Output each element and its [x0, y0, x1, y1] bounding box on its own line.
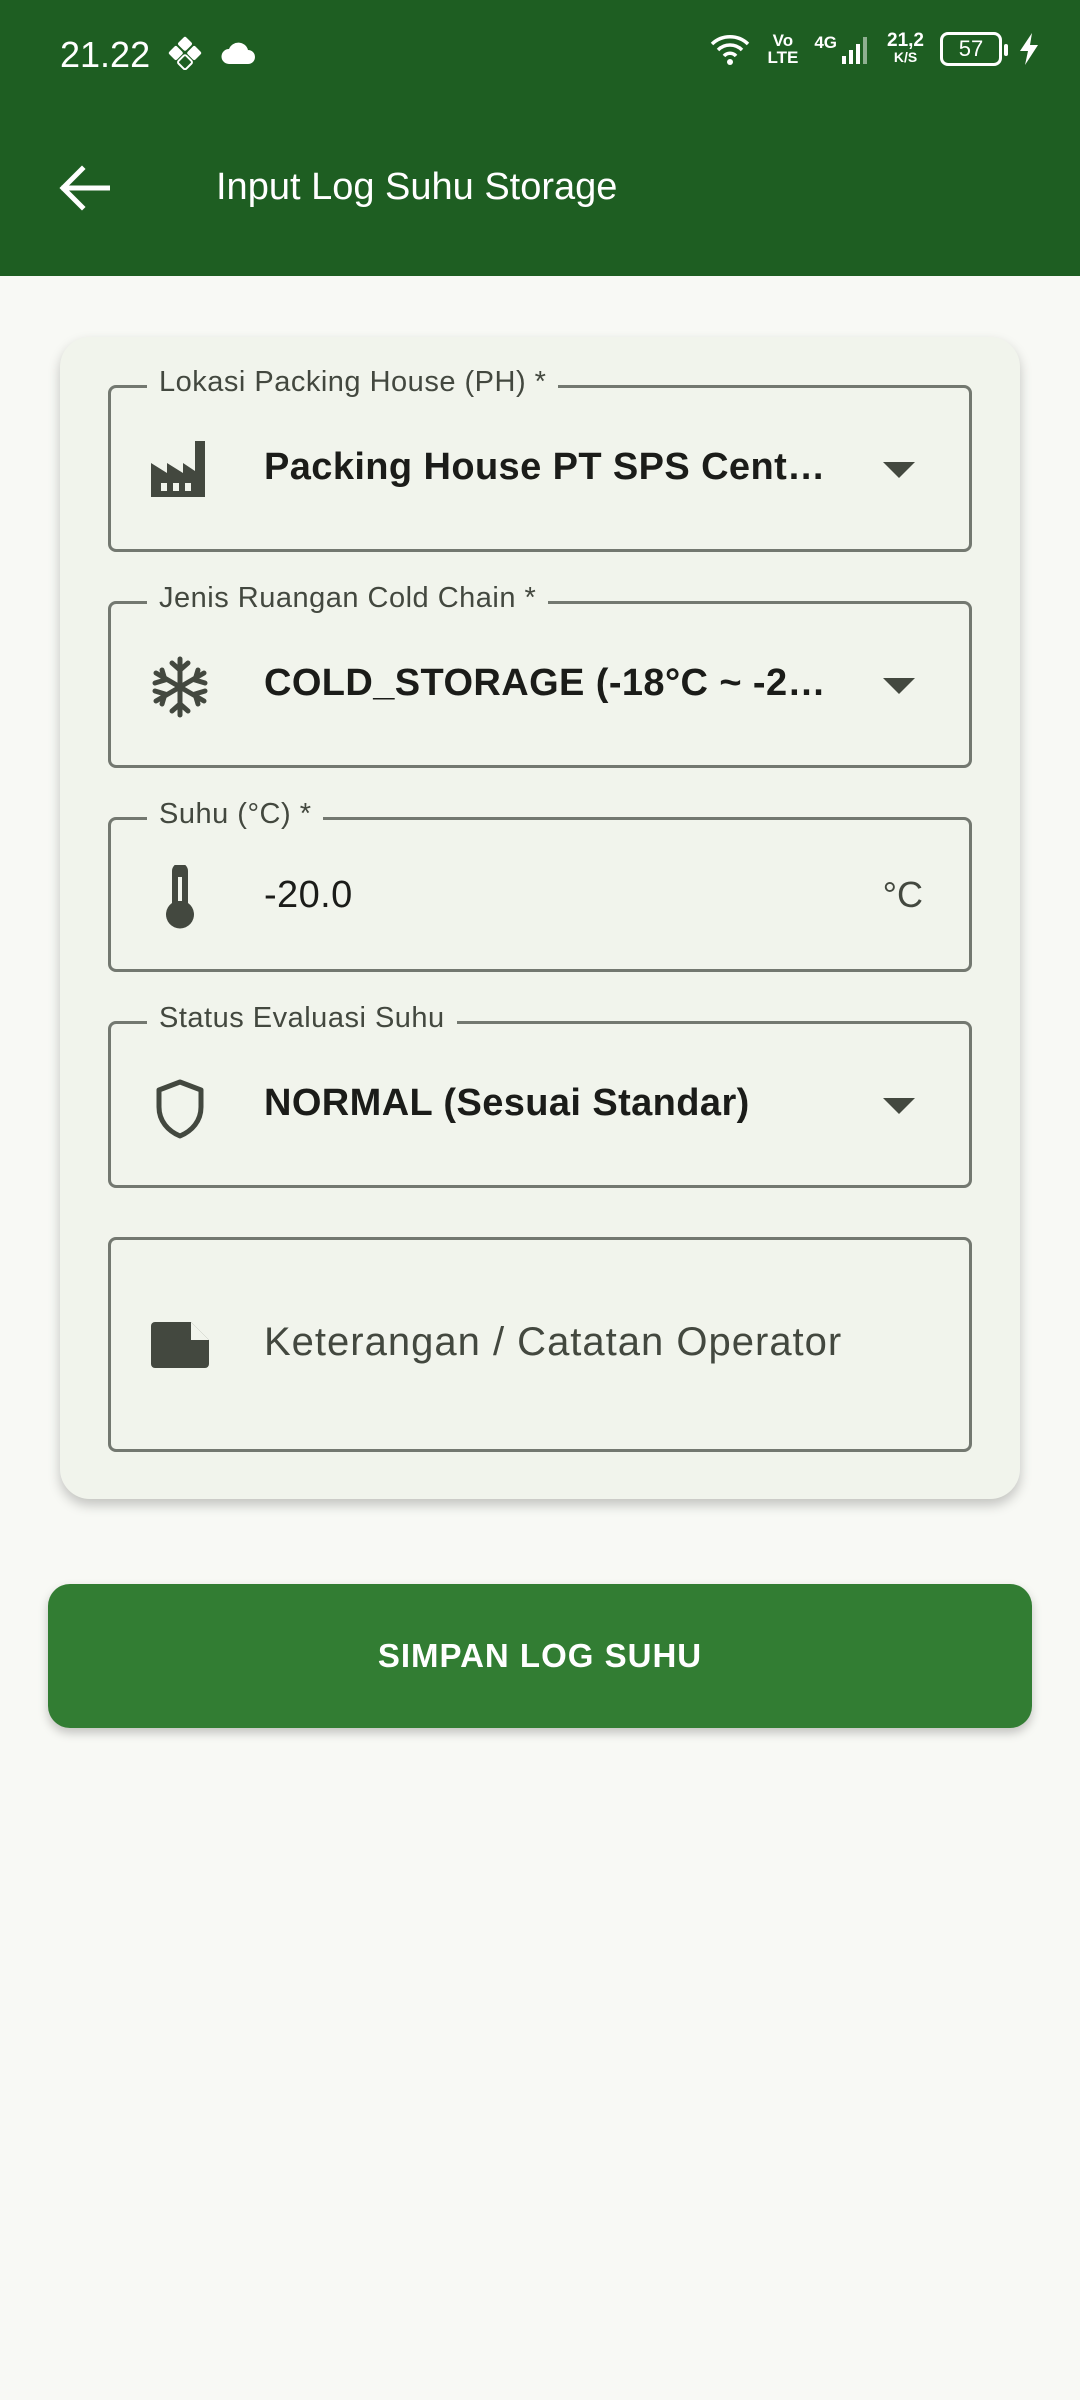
charging-icon	[1020, 33, 1038, 65]
temperature-input[interactable]: Suhu (°C) * -20.0 °C	[108, 798, 972, 972]
snowflake-icon	[147, 654, 213, 720]
factory-icon	[147, 436, 213, 502]
cube-app-icon	[168, 36, 202, 70]
signal-icon	[842, 37, 868, 64]
chevron-down-icon	[883, 678, 915, 694]
battery-indicator: 57	[940, 32, 1008, 66]
location-label: Lokasi Packing House (PH) *	[147, 366, 559, 399]
room-type-label: Jenis Ruangan Cold Chain *	[147, 582, 549, 615]
notes-input[interactable]: Keterangan / Catatan Operator	[108, 1237, 972, 1452]
form-card: Lokasi Packing House (PH) * Packing Hous…	[60, 337, 1020, 1499]
status-value: NORMAL (Sesuai Standar)	[264, 1082, 750, 1124]
temperature-unit-suffix: °C	[882, 874, 923, 915]
status-right-icons: Vo LTE 4G 21,2 K/S 57	[709, 30, 1040, 67]
app-bar: 21.22 Vo LTE 4G 21,2 K/S 57 Input Log Su…	[0, 0, 1080, 276]
location-dropdown[interactable]: Lokasi Packing House (PH) * Packing Hous…	[108, 366, 972, 552]
location-value: Packing House PT SPS Central	[264, 446, 834, 488]
notes-placeholder: Keterangan / Catatan Operator	[264, 1320, 843, 1364]
room-type-value: COLD_STORAGE (-18°C ~ -25°C)	[264, 662, 834, 704]
room-type-dropdown[interactable]: Jenis Ruangan Cold Chain * COLD_STORAGE …	[108, 582, 972, 768]
network-type: 4G	[814, 33, 838, 52]
temperature-label: Suhu (°C) *	[147, 798, 324, 831]
thermometer-icon	[147, 864, 213, 930]
wifi-icon	[711, 35, 750, 65]
note-icon	[147, 1312, 213, 1378]
status-label: Status Evaluasi Suhu	[147, 1002, 457, 1035]
status-left-icons	[168, 36, 256, 70]
chevron-down-icon	[883, 1098, 915, 1114]
back-button[interactable]	[48, 152, 120, 224]
status-dropdown[interactable]: Status Evaluasi Suhu NORMAL (Sesuai Stan…	[108, 1002, 972, 1188]
page-title: Input Log Suhu Storage	[216, 166, 618, 208]
network-indicator: 4G	[814, 34, 871, 64]
arrow-left-icon	[59, 165, 110, 211]
volte-indicator: Vo LTE	[767, 31, 799, 67]
shield-icon	[147, 1076, 213, 1142]
temperature-value: -20.0	[264, 874, 353, 916]
save-log-button[interactable]: SIMPAN LOG SUHU	[48, 1584, 1032, 1728]
status-bar: 21.22 Vo LTE 4G 21,2 K/S 57	[0, 0, 1080, 110]
cloud-icon	[221, 42, 255, 64]
network-speed: 21,2 K/S	[887, 30, 924, 65]
status-time: 21.22	[60, 34, 151, 75]
chevron-down-icon	[883, 462, 915, 478]
